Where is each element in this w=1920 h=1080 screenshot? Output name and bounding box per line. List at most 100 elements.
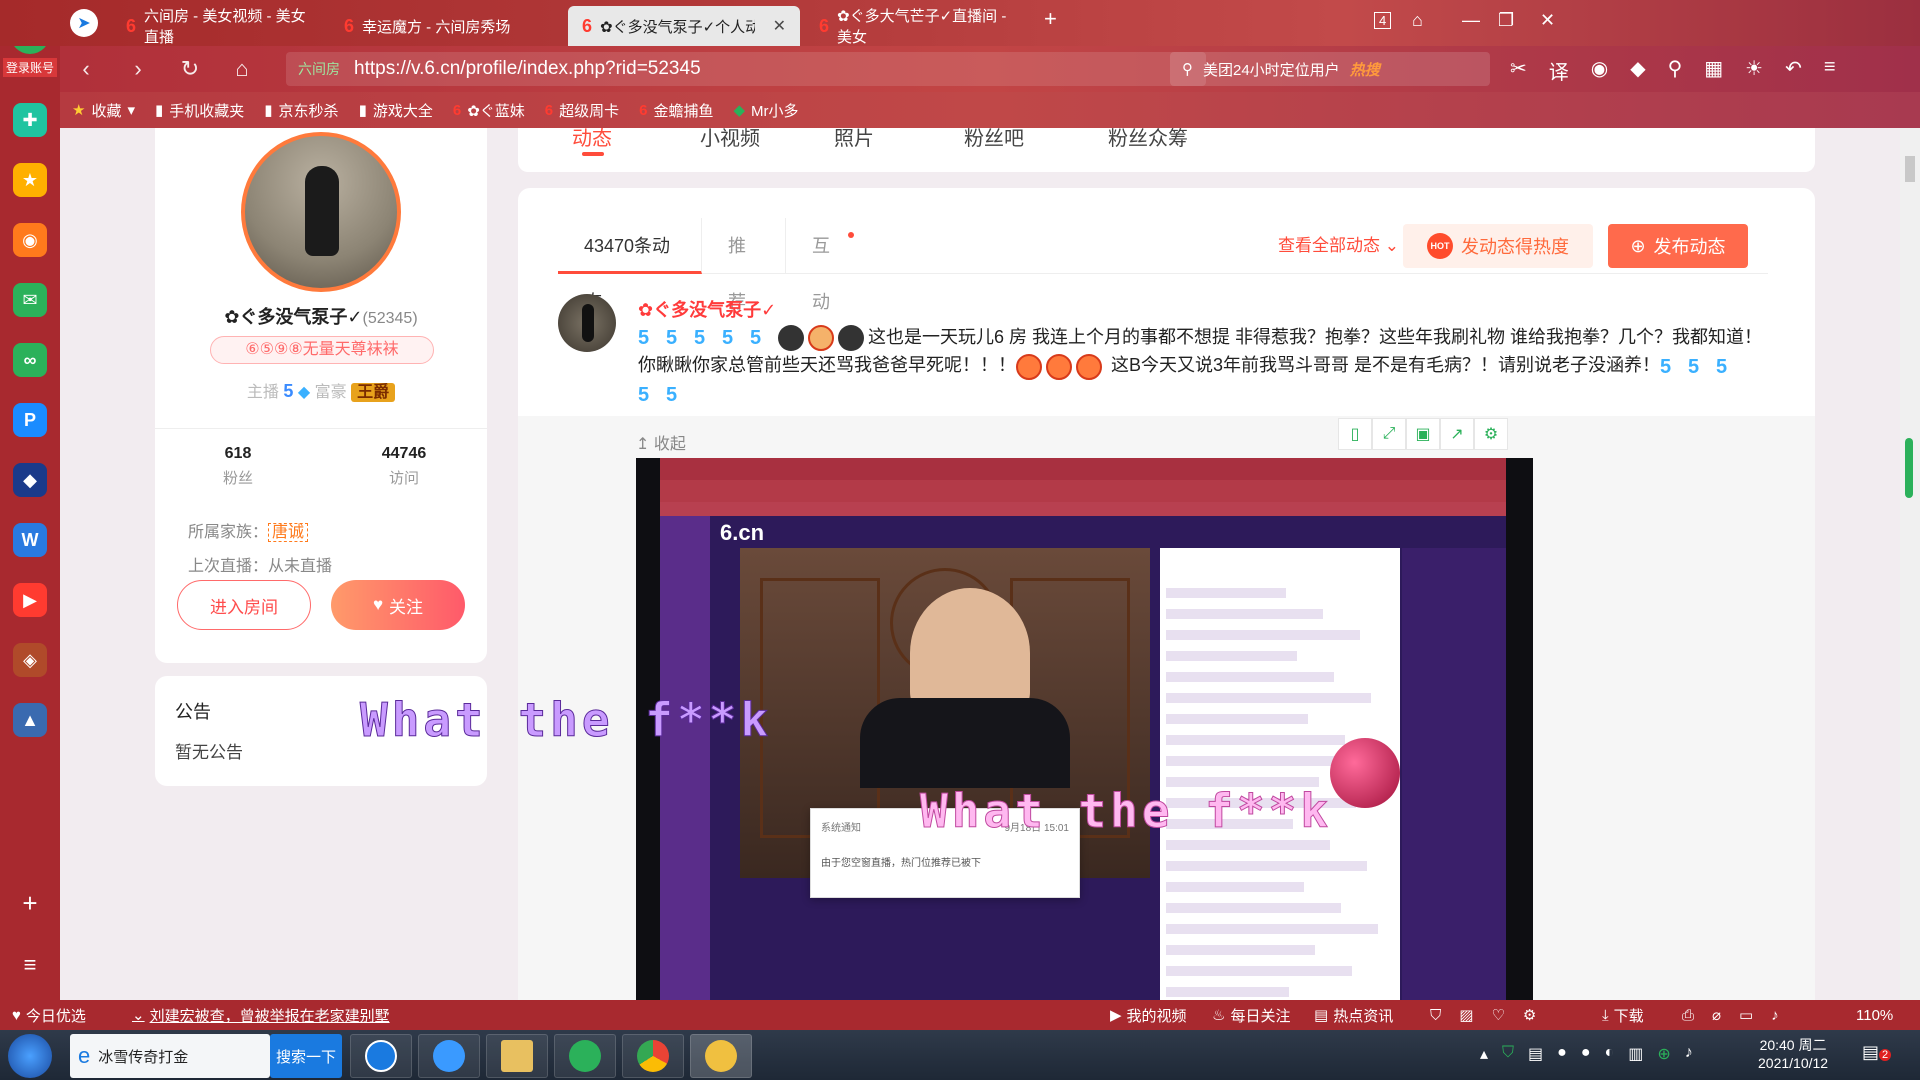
taskbar-explorer[interactable] [486,1034,548,1078]
profile-avatar[interactable] [241,132,401,292]
system-clock[interactable]: 20:40 周二 2021/10/12 [1758,1036,1828,1072]
taskbar-search-field[interactable]: e 冰雪传奇打金 [70,1034,270,1078]
castle-icon[interactable]: ▲ [13,703,47,737]
bookmark-item[interactable]: ▮ 游戏大全 [359,100,433,121]
printer-icon[interactable]: ⎙ [1682,1007,1694,1024]
tab-interaction[interactable]: 互动 [786,218,870,312]
daily-picks[interactable]: ♥ 今日优选 [12,1005,86,1026]
heart-outline-icon[interactable]: ♡ [1491,1006,1504,1024]
image-icon[interactable]: ▨ [1459,1006,1473,1024]
dragon-icon[interactable]: ◈ [13,643,47,677]
page-scrollbar[interactable] [1900,128,1920,1000]
action-center-icon[interactable]: ▤ 2 [1862,1042,1892,1063]
tab-lucky-cube[interactable]: 6 幸运魔方 - 六间房秀场 [330,6,565,46]
doc-icon[interactable]: W [13,523,47,557]
bookmark-item[interactable]: 6 金蟾捕鱼 [639,100,713,121]
nav-short-video[interactable]: 小视频 [700,128,760,151]
expand-icon[interactable]: ⤢ [1372,418,1406,450]
fans-stat[interactable]: 618 粉丝 [155,445,321,488]
tray-up-icon[interactable]: ▴ [1480,1044,1488,1064]
cut-icon[interactable]: ✂ [1510,56,1527,85]
tray-volume-icon[interactable]: ♪ [1685,1044,1693,1064]
video-icon[interactable]: ▶ [13,583,47,617]
shield-icon[interactable]: ⛉ [1430,1007,1441,1024]
link-icon[interactable]: ∞ [13,343,47,377]
bookmark-item[interactable]: 6 超级周卡 [545,100,619,121]
tray-network-icon[interactable]: ▥ [1628,1044,1643,1064]
nav-dynamic[interactable]: 动态 [572,128,612,151]
tab-recommended[interactable]: 推荐 [702,218,786,312]
weibo-icon[interactable]: ◉ [13,223,47,257]
tray-wechat-icon[interactable]: ◐ [1605,1044,1615,1064]
home-icon[interactable]: ⌂ [216,56,268,82]
game-icon[interactable]: ◆ [13,463,47,497]
forward-icon[interactable]: › [112,56,164,82]
sun-icon[interactable]: ☀ [1745,56,1763,85]
magnifier-icon[interactable]: ⚲ [1668,56,1683,85]
tray-plus-icon[interactable]: ⊕ [1657,1044,1670,1064]
enter-room-button[interactable]: 进入房间 [177,580,311,630]
nav-fans-bar[interactable]: 粉丝吧 [964,128,1024,151]
view-all-posts-dropdown[interactable]: 查看全部动态 ⌄ [1278,218,1399,274]
post-for-hotness-button[interactable]: HOT 发动态得热度 [1403,224,1593,268]
tab-live-room[interactable]: 6 ✿ぐ多大气芒子✓直播间 - 美女 [805,6,1035,46]
maximize-icon[interactable]: ❐ [1498,10,1514,31]
gear-icon[interactable]: ⚙ [1523,1006,1536,1024]
bookmark-icon[interactable]: ▯ [1338,418,1372,450]
taskbar-game[interactable] [690,1034,752,1078]
my-video-link[interactable]: ▶ 我的视频 [1110,1005,1187,1026]
game-icon[interactable]: ◆ [1630,56,1645,85]
follow-button[interactable]: ♥ 关注 [331,580,465,630]
minimize-icon[interactable]: — [1462,10,1480,31]
start-button[interactable] [8,1034,52,1078]
translate-icon[interactable]: 译 [1549,56,1569,85]
collapse-button[interactable]: ↥ 收起 [636,430,686,454]
close-tab-icon[interactable]: ✕ [773,16,786,36]
tab-6cn-home[interactable]: 6 六间房 - 美女视频 - 美女直播 [112,6,327,46]
search-box[interactable]: ⚲ 美团24小时定位用户 热搜 [1170,52,1490,86]
undo-icon[interactable]: ↶ [1785,56,1802,85]
window-icon[interactable]: ▭ [1739,1006,1753,1024]
send-icon[interactable]: ➤ [70,9,98,37]
post-author-avatar[interactable] [558,294,616,352]
share-icon[interactable]: ↗ [1440,418,1474,450]
bookmark-item[interactable]: ◆ Mr小多 [733,100,798,121]
sidebar-menu-icon[interactable]: ≡ [24,952,37,978]
back-icon[interactable]: ‹ [60,56,112,82]
login-button[interactable]: 登录账号 [2,58,57,77]
bookmark-item[interactable]: ★ 收藏 ▾ [72,100,135,121]
new-tab-button[interactable]: + [1044,6,1057,32]
download-link[interactable]: ⤓ 下载 [1602,1005,1644,1026]
tray-ime-icon[interactable]: ▤ [1528,1044,1543,1064]
volume-icon[interactable]: ♪ [1771,1007,1779,1024]
bookmark-item[interactable]: ▮ 京东秒杀 [264,100,338,121]
save-icon[interactable]: ▣ [1406,418,1440,450]
tray-shield-icon[interactable]: ⛉ [1502,1044,1514,1064]
publish-post-button[interactable]: ⊕ 发布动态 [1608,224,1748,268]
news-ticker[interactable]: ⌄ 刘建宏被查，曾被举报在老家建别墅 [132,1005,390,1026]
taskbar-360-browser[interactable] [554,1034,616,1078]
coin-icon[interactable]: ◉ [1591,56,1608,85]
sidebar-add-icon[interactable]: + [22,888,37,919]
tab-all-posts[interactable]: 43470条动态 [558,218,702,312]
nav-photos[interactable]: 照片 [834,128,874,151]
grid-icon[interactable]: ▦ [1704,56,1723,85]
tray-qq2-icon[interactable]: ● [1581,1044,1591,1064]
address-bar[interactable]: 六间房 https://v.6.cn/profile/index.php?rid… [286,52,1206,86]
daily-follow-link[interactable]: ♨ 每日关注 [1212,1005,1290,1026]
tab-count-badge[interactable]: 4 [1374,12,1392,29]
menu-icon[interactable]: ≡ [1824,56,1836,85]
post-author-name[interactable]: ✿ぐ多没气泵子✓ [638,296,776,322]
bookmark-item[interactable]: ▮ 手机收藏夹 [155,100,244,121]
p-icon[interactable]: P [13,403,47,437]
zoom-level[interactable]: 110% [1856,1007,1893,1024]
taskbar-search-button[interactable]: 搜索一下 [270,1034,342,1078]
star-icon[interactable]: ★ [13,163,47,197]
fan-group-badge[interactable]: ⑥⑤⑨⑧无量天尊袜袜 [210,336,434,364]
shirt-icon[interactable]: ⌂ [1412,10,1423,31]
nav-fans-crowdfund[interactable]: 粉丝众筹 [1108,128,1188,151]
family-tag[interactable]: 唐诚 [268,523,309,542]
settings-icon[interactable]: ⚙ [1474,418,1508,450]
mail-icon[interactable]: ✉ [13,283,47,317]
taskbar-chrome[interactable] [622,1034,684,1078]
